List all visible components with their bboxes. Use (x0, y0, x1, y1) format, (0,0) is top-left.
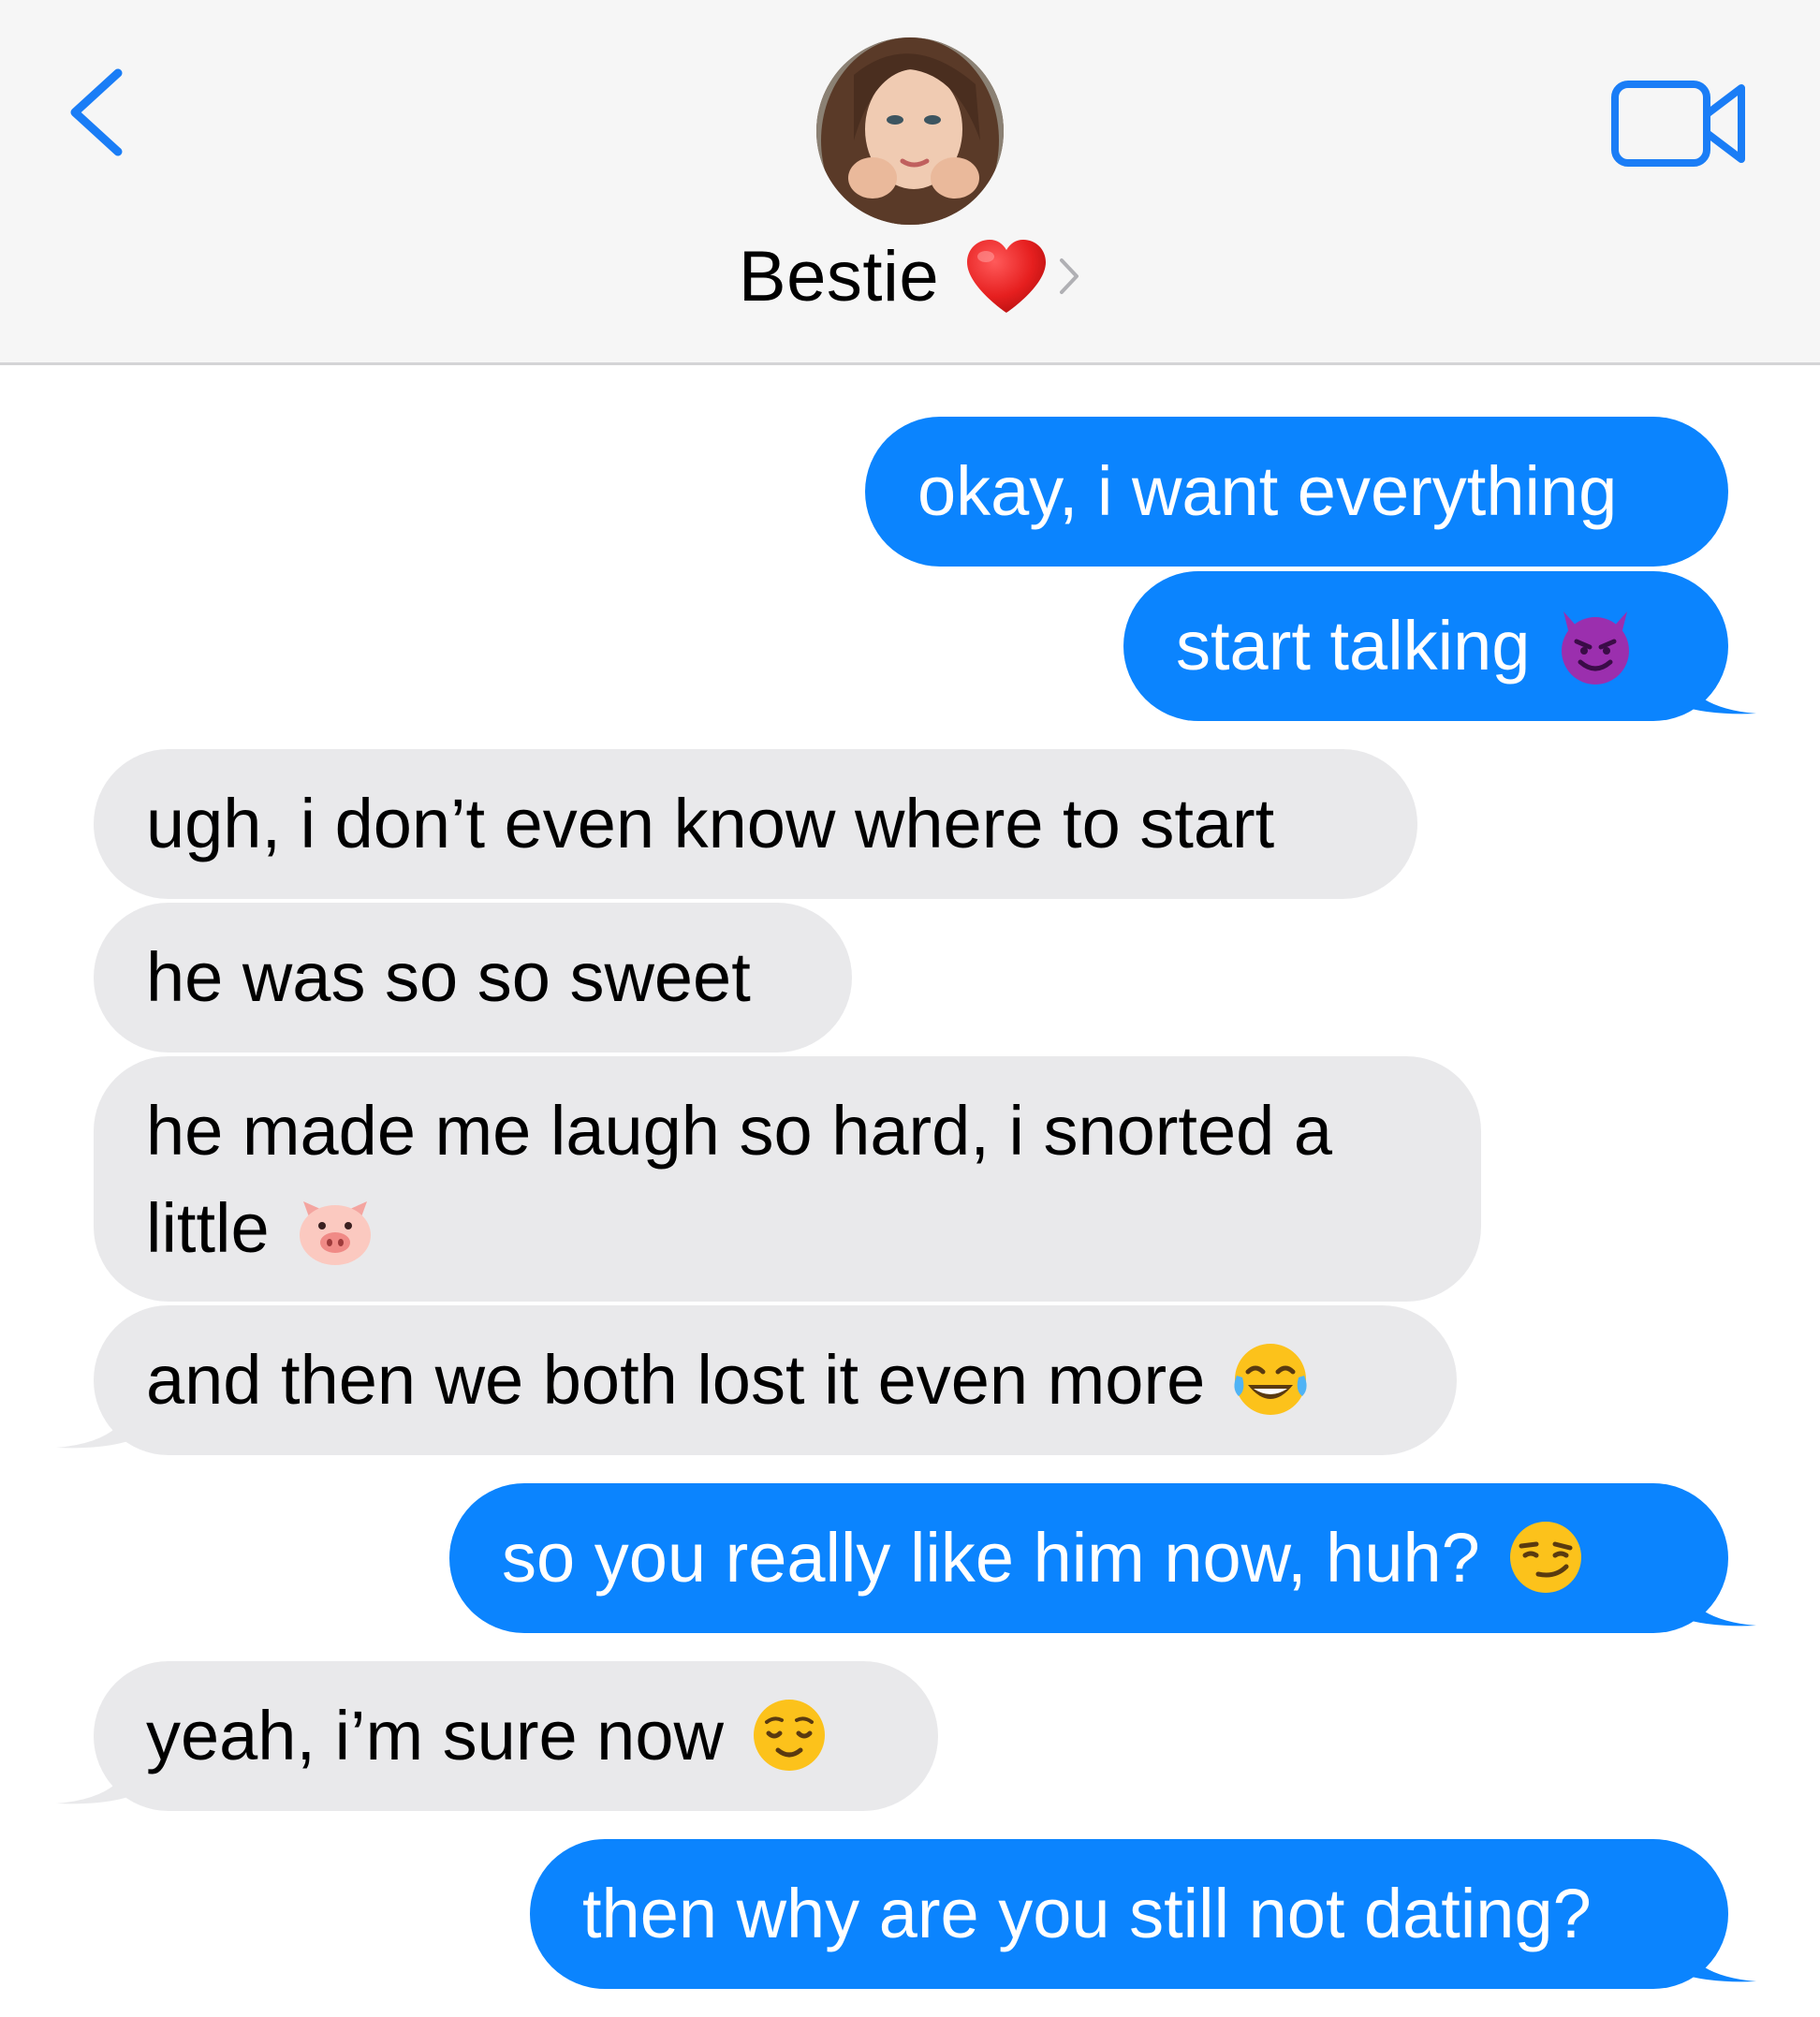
pig-face-icon (294, 1186, 376, 1269)
chevron-right-icon (1057, 255, 1081, 298)
message-text: then why are you still not dating? (582, 1875, 1592, 1952)
message-text: okay, i want everything (917, 452, 1618, 530)
message-text-line2: little (146, 1189, 270, 1267)
bubble-tail (56, 1757, 131, 1804)
message-bubble-sent[interactable]: so you really like him now, huh? (449, 1483, 1728, 1633)
message-text: so you really like him now, huh? (502, 1519, 1480, 1597)
conversation-header: Bestie (0, 0, 1820, 365)
video-camera-icon (1611, 81, 1745, 167)
contact-photo (816, 37, 1004, 225)
bubble-tail (1681, 1579, 1756, 1627)
message-text: he made me laugh so hard, i snorted a (146, 1092, 1332, 1170)
message-text: yeah, i’m sure now (146, 1697, 724, 1774)
message-bubble-received[interactable]: he was so so sweet (94, 903, 852, 1053)
message-text: ugh, i don’t even know where to start (146, 785, 1275, 862)
message-bubble-sent[interactable]: okay, i want everything (865, 417, 1728, 567)
bubble-tail (1681, 1935, 1756, 1982)
bubble-tail (56, 1401, 131, 1449)
back-button[interactable] (64, 66, 129, 159)
message-bubble-sent[interactable]: then why are you still not dating? (530, 1839, 1728, 1989)
message-bubble-received[interactable]: and then we both lost it even more (94, 1305, 1457, 1455)
message-text: and then we both lost it even more (146, 1341, 1206, 1419)
message-bubble-received[interactable]: he made me laugh so hard, i snorted a li… (94, 1056, 1481, 1302)
heart-icon (963, 238, 1049, 315)
bubble-tail (1681, 667, 1756, 714)
relieved-face-icon (748, 1694, 830, 1776)
avatar[interactable] (816, 37, 1004, 225)
message-bubble-sent[interactable]: start talking (1123, 571, 1728, 721)
message-text: start talking (1176, 607, 1531, 685)
chevron-left-icon (70, 68, 123, 156)
message-bubble-received[interactable]: yeah, i’m sure now (94, 1661, 938, 1811)
smirking-face-icon (1504, 1516, 1587, 1598)
contact-name: Bestie (738, 236, 940, 317)
video-call-button[interactable] (1610, 77, 1751, 170)
smiling-devil-icon (1554, 604, 1637, 686)
message-bubble-received[interactable]: ugh, i don’t even know where to start (94, 749, 1417, 899)
tears-of-joy-icon (1229, 1338, 1312, 1421)
message-text: he was so so sweet (146, 938, 751, 1016)
contact-name-button[interactable]: Bestie (0, 234, 1820, 318)
